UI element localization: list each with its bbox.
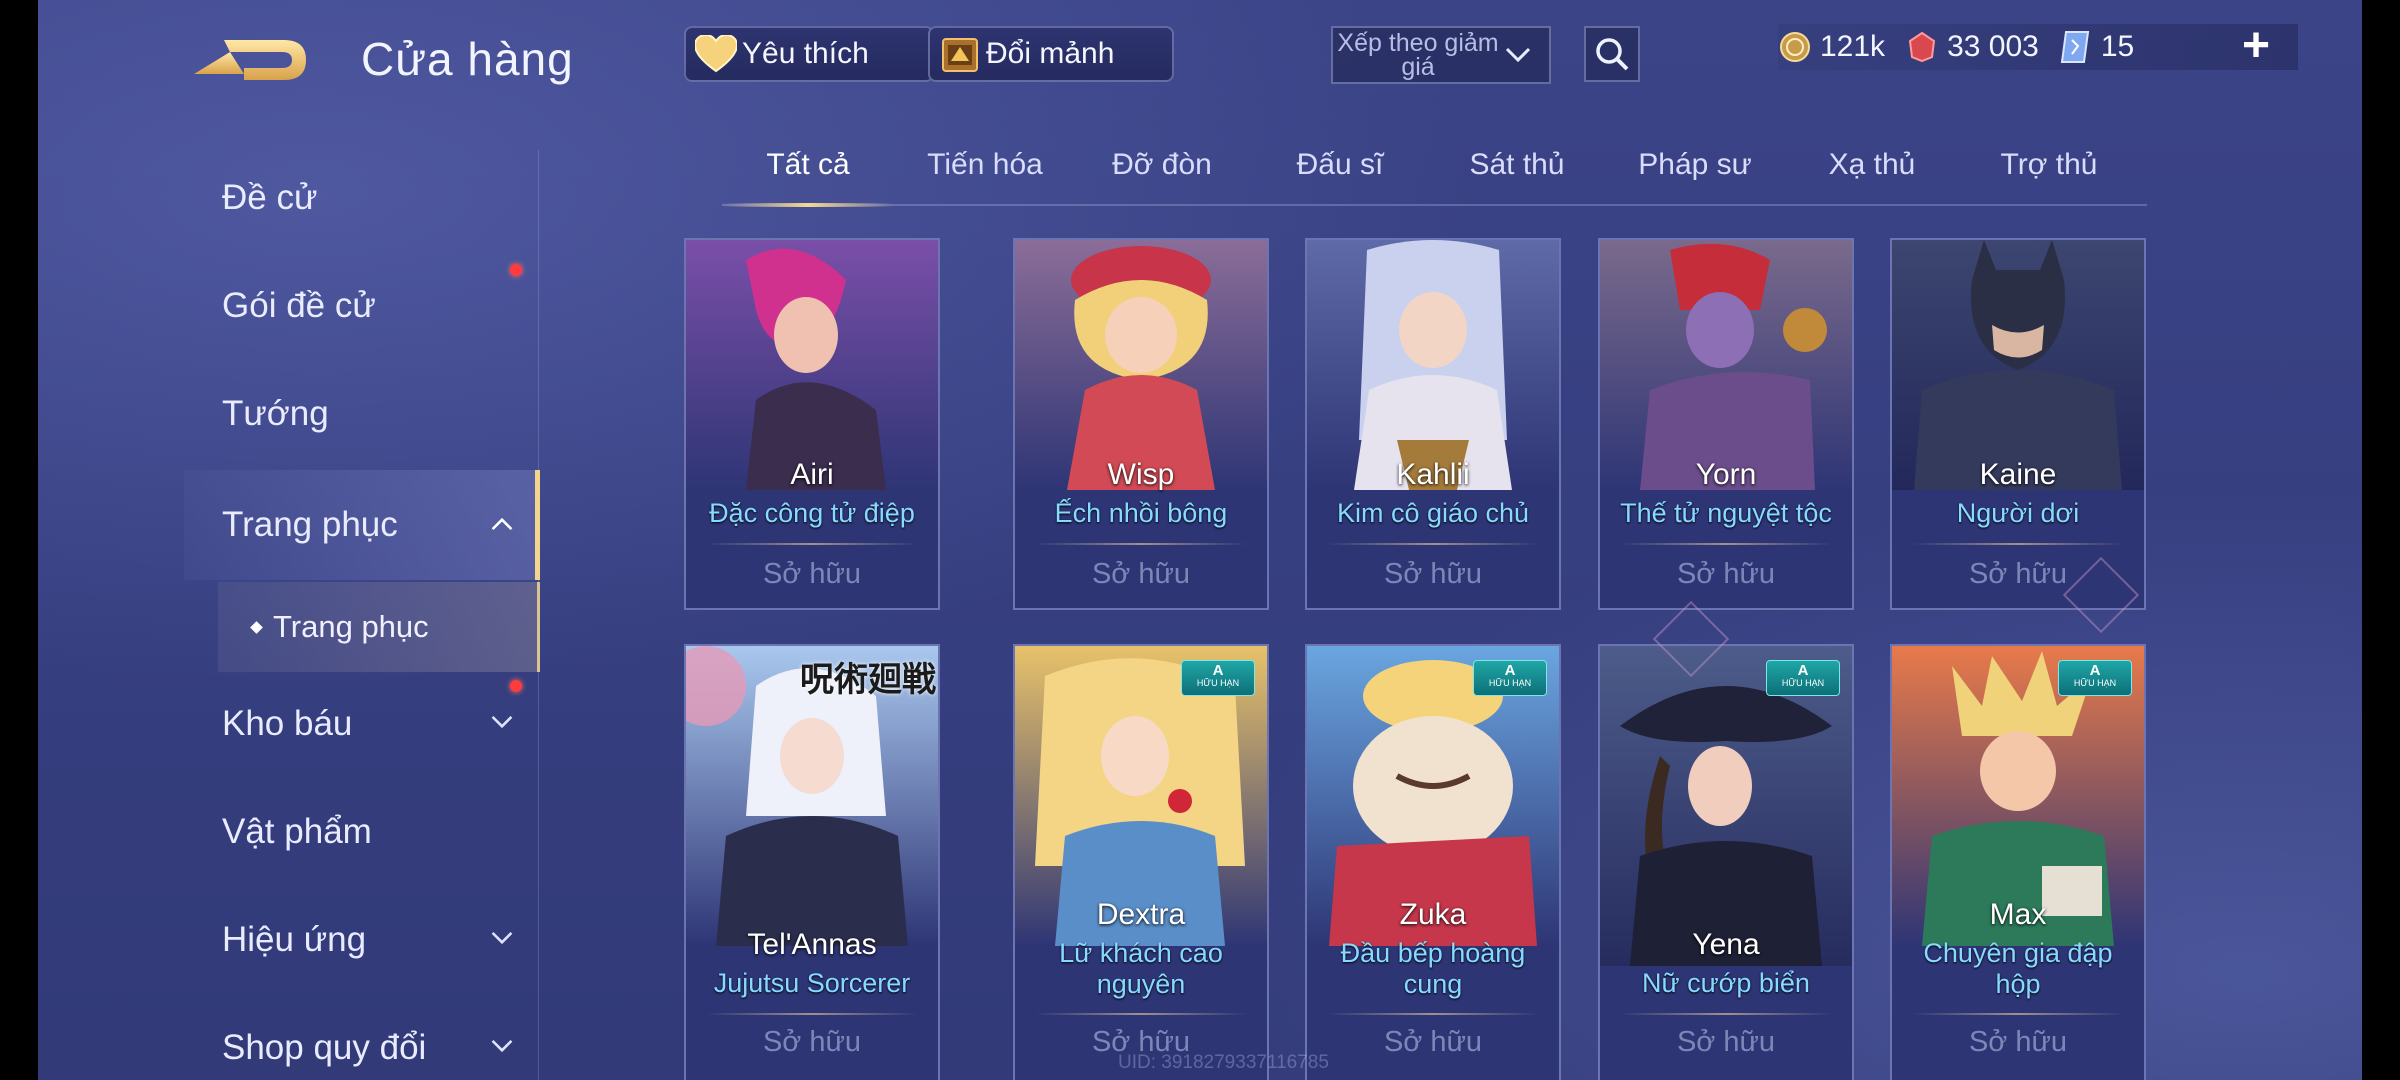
- limited-badge: A HỮU HẠN: [2058, 660, 2132, 696]
- skin-artwork: [686, 240, 938, 490]
- gold-coin-icon: [1778, 30, 1812, 64]
- sidebar-item-effects[interactable]: Hiệu ứng: [184, 892, 540, 988]
- sidebar-item-heroes[interactable]: Tướng: [184, 366, 540, 462]
- search-icon: [1596, 38, 1629, 71]
- voucher-ticket-icon: [2059, 30, 2093, 64]
- quan-huy-amount: 33 003: [1947, 30, 2039, 63]
- back-button[interactable]: [184, 30, 316, 90]
- card-divider: [1912, 1013, 2124, 1015]
- limited-badge: A HỮU HẠN: [1181, 660, 1255, 696]
- category-tabs: Tất cả Tiến hóa Đỡ đòn Đấu sĩ Sát thủ Ph…: [722, 140, 2147, 207]
- favorites-button[interactable]: Yêu thích: [684, 26, 934, 82]
- sidebar-item-recommended[interactable]: Đề cử: [184, 150, 540, 246]
- user-id: UID: 3918279337116785: [1118, 1052, 1329, 1073]
- card-divider: [1035, 1013, 1247, 1015]
- plus-icon: +: [2241, 19, 2271, 72]
- card-divider: [706, 543, 918, 545]
- skin-artwork: [1892, 240, 2144, 490]
- exchange-shards-button[interactable]: Đổi mảnh: [928, 26, 1174, 82]
- tab-warrior[interactable]: Đấu sĩ: [1265, 148, 1415, 182]
- red-gem-icon: [1905, 30, 1939, 64]
- skin-card[interactable]: A HỮU HẠN Zuka Đầu bếp hoàng cung Sở hữu: [1305, 644, 1561, 1080]
- gold-amount: 121k: [1820, 30, 1886, 63]
- card-divider: [1035, 543, 1247, 545]
- skin-card[interactable]: A HỮU HẠN Yena Nữ cướp biển Sở hữu: [1598, 644, 1854, 1080]
- shard-chest-icon: [938, 32, 982, 76]
- skin-card[interactable]: A HỮU HẠN Max Chuyên gia đập hộp Sở hữu: [1890, 644, 2146, 1080]
- search-button[interactable]: [1584, 26, 1640, 82]
- tab-evolution[interactable]: Tiến hóa: [910, 148, 1060, 182]
- add-currency-button[interactable]: +: [2236, 22, 2276, 70]
- sidebar-subitem-skins[interactable]: Trang phục: [218, 582, 540, 672]
- tab-tank[interactable]: Đỡ đòn: [1087, 148, 1237, 182]
- card-divider: [1620, 1013, 1832, 1015]
- card-divider: [706, 1013, 918, 1015]
- limited-badge: A HỮU HẠN: [1473, 660, 1547, 696]
- sidebar-item-treasure[interactable]: Kho báu: [184, 676, 540, 772]
- skin-card[interactable]: Airi Đặc công tử điệp Sở hữu: [684, 238, 940, 610]
- back-arrow-icon: [194, 40, 306, 80]
- currency-bar: 121k 33 003 15: [1778, 24, 2298, 70]
- heart-icon: [694, 32, 738, 76]
- sidebar-item-bundles[interactable]: Gói đề cử: [184, 258, 540, 354]
- page-title: Cửa hàng: [361, 33, 574, 85]
- jujutsu-logo: 呪術廻戦: [800, 661, 936, 699]
- chevron-down-icon: [491, 931, 513, 945]
- skin-card[interactable]: Wisp Ếch nhồi bông Sở hữu: [1013, 238, 1269, 610]
- skin-artwork: [1015, 240, 1267, 490]
- skin-artwork: [1600, 240, 1852, 490]
- chevron-down-icon: [491, 715, 513, 729]
- tab-assassin[interactable]: Sát thủ: [1442, 148, 1592, 182]
- chevron-down-icon: [491, 1039, 513, 1053]
- favorites-label: Yêu thích: [742, 37, 869, 70]
- exchange-label: Đổi mảnh: [986, 37, 1115, 70]
- sort-label: Xếp theo giảm giá: [1337, 29, 1499, 81]
- tab-all[interactable]: Tất cả: [733, 148, 883, 182]
- skin-card[interactable]: A HỮU HẠN Dextra Lữ khách cao nguyên Sở h…: [1013, 644, 1269, 1080]
- skin-card[interactable]: 呪術廻戦 Tel'Annas Jujutsu Sorcerer Sở hữu: [684, 644, 940, 1080]
- sort-dropdown[interactable]: Xếp theo giảm giá: [1331, 26, 1551, 84]
- card-divider: [1912, 543, 2124, 545]
- sidebar-item-skins[interactable]: Trang phục: [184, 470, 540, 580]
- chevron-down-icon: [1505, 47, 1531, 63]
- sidebar-item-items[interactable]: Vật phẩm: [184, 784, 540, 880]
- diamond-bullet-icon: [250, 620, 263, 634]
- gold-currency: 121k: [1778, 30, 1885, 64]
- skin-card[interactable]: Yorn Thế tử nguyệt tộc Sở hữu: [1598, 238, 1854, 610]
- skin-card[interactable]: Kahlii Kim cô giáo chủ Sở hữu: [1305, 238, 1561, 610]
- card-divider: [1620, 543, 1832, 545]
- tab-marksman[interactable]: Xạ thủ: [1797, 148, 1947, 182]
- skin-card[interactable]: Kaine Người dơi Sở hữu: [1890, 238, 2146, 610]
- active-tab-indicator: [722, 203, 894, 207]
- chevron-up-icon: [491, 517, 513, 531]
- screen-edge: [0, 0, 38, 1080]
- tab-support[interactable]: Trợ thủ: [1974, 148, 2124, 182]
- screen-edge: [2362, 0, 2400, 1080]
- tab-mage[interactable]: Pháp sư: [1620, 148, 1770, 182]
- sidebar-item-exchange-shop[interactable]: Shop quy đổi: [184, 1000, 540, 1080]
- limited-badge: A HỮU HẠN: [1766, 660, 1840, 696]
- card-divider: [1327, 543, 1539, 545]
- voucher-amount: 15: [2100, 30, 2135, 63]
- notification-dot: [510, 264, 522, 276]
- quan-huy-currency: 33 003: [1905, 30, 2039, 64]
- card-divider: [1327, 1013, 1539, 1015]
- voucher-currency: 15: [2059, 30, 2134, 64]
- skin-artwork: [1307, 240, 1559, 490]
- shop-screen: Cửa hàng Yêu thích Đổi mảnh Xếp theo giả…: [38, 0, 2362, 1080]
